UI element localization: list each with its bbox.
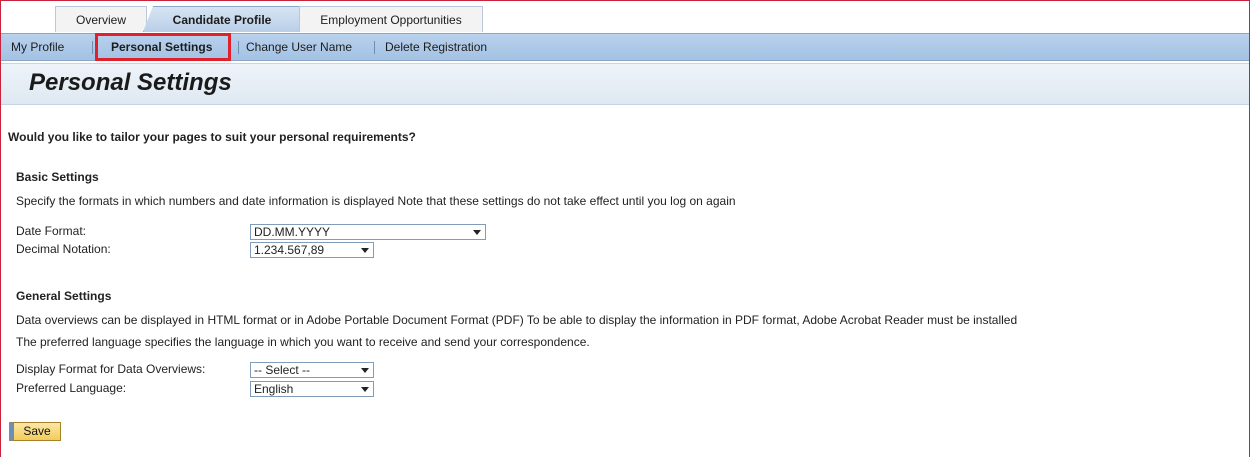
tab-employment-opportunities[interactable]: Employment Opportunities xyxy=(299,6,483,32)
date-format-value: DD.MM.YYYY xyxy=(254,225,331,239)
basic-settings-description: Specify the formats in which numbers and… xyxy=(16,194,736,208)
preferred-language-value: English xyxy=(254,382,294,396)
subnav-my-profile[interactable]: My Profile xyxy=(11,34,64,60)
decimal-notation-select[interactable]: 1.234.567,89 xyxy=(250,242,374,258)
date-format-label: Date Format: xyxy=(16,224,87,238)
date-format-select[interactable]: DD.MM.YYYY xyxy=(250,224,486,240)
chevron-down-icon xyxy=(361,387,369,392)
subnav-change-user-name[interactable]: Change User Name xyxy=(246,34,352,60)
chevron-down-icon xyxy=(473,230,481,235)
general-settings-description-language: The preferred language specifies the lan… xyxy=(16,335,590,349)
subnav-divider xyxy=(374,41,375,54)
page-title: Personal Settings xyxy=(29,69,232,96)
display-format-value: -- Select -- xyxy=(254,363,311,377)
subnav-delete-registration[interactable]: Delete Registration xyxy=(385,34,487,60)
basic-settings-heading: Basic Settings xyxy=(16,170,99,184)
save-button[interactable]: Save xyxy=(9,422,61,441)
subnav-divider xyxy=(92,41,93,54)
chevron-down-icon xyxy=(361,248,369,253)
chevron-down-icon xyxy=(361,368,369,373)
preferred-language-select[interactable]: English xyxy=(250,381,374,397)
general-settings-heading: General Settings xyxy=(16,289,112,303)
tab-candidate-profile[interactable]: Candidate Profile xyxy=(143,6,301,32)
top-tab-strip: Overview Candidate Profile Employment Op… xyxy=(1,6,1249,34)
portal-frame: Overview Candidate Profile Employment Op… xyxy=(0,0,1250,457)
display-format-label: Display Format for Data Overviews: xyxy=(16,362,206,376)
subnav-divider xyxy=(238,41,239,54)
preferred-language-label: Preferred Language: xyxy=(16,381,127,395)
display-format-select[interactable]: -- Select -- xyxy=(250,362,374,378)
general-settings-description-pdf: Data overviews can be displayed in HTML … xyxy=(16,313,1018,327)
intro-question: Would you like to tailor your pages to s… xyxy=(8,130,416,144)
decimal-notation-label: Decimal Notation: xyxy=(16,242,111,256)
decimal-notation-value: 1.234.567,89 xyxy=(254,243,325,257)
sub-navigation: My Profile Personal Settings Change User… xyxy=(1,34,1249,61)
subnav-personal-settings[interactable]: Personal Settings xyxy=(111,34,212,60)
tab-overview[interactable]: Overview xyxy=(55,6,147,32)
page-header: Personal Settings xyxy=(1,63,1249,105)
